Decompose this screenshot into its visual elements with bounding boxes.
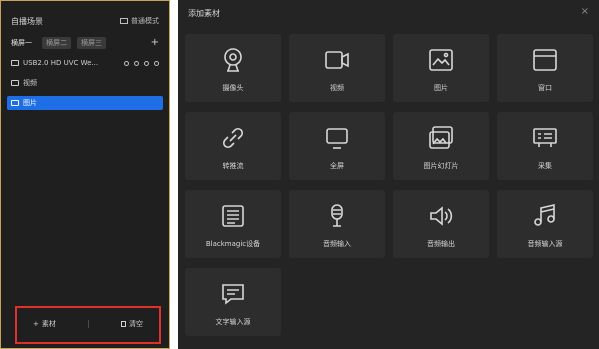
tile-label: 全屏 <box>330 162 344 170</box>
divider <box>87 320 89 328</box>
tile-restream[interactable]: 转推流 <box>185 112 281 180</box>
image-icon <box>429 49 453 71</box>
plus-icon: + <box>33 320 39 328</box>
speaker-icon <box>430 206 453 226</box>
tile-label: 摄像头 <box>222 84 244 92</box>
source-label: USB2.0 HD UVC We... <box>23 59 99 67</box>
scene-tabs: 横屏一 横屏二 横屏三 + <box>11 37 159 49</box>
trash-icon <box>120 321 126 327</box>
image-source-icon <box>11 100 19 106</box>
tile-capture[interactable]: 采集 <box>497 112 593 180</box>
tile-audio-input-source[interactable]: 音频输入源 <box>497 190 593 258</box>
tile-label: 文字输入源 <box>215 318 251 326</box>
monitor-mode-icon <box>120 18 128 24</box>
mode-toggle[interactable]: 普通模式 <box>120 16 159 26</box>
slideshow-icon <box>429 126 453 149</box>
add-tab-icon[interactable]: + <box>151 38 159 48</box>
tile-label: 音频输入 <box>323 240 351 248</box>
video-source-icon <box>11 80 19 86</box>
text-message-icon <box>222 284 244 305</box>
clear-button[interactable]: 清空 <box>120 319 143 329</box>
music-note-icon <box>534 203 555 226</box>
close-icon[interactable]: × <box>581 6 589 17</box>
capture-card-icon <box>533 128 557 147</box>
scene-panel: 自播场景 普通模式 横屏一 横屏二 横屏三 + USB2.0 HD UVC We… <box>0 0 170 349</box>
device-list-icon <box>222 205 244 227</box>
source-item-webcam[interactable]: USB2.0 HD UVC We... <box>7 56 163 70</box>
tile-slideshow[interactable]: 图片幻灯片 <box>393 112 489 180</box>
tile-label: 转推流 <box>222 162 244 170</box>
mode-label: 普通模式 <box>131 17 159 25</box>
dialog-title: 添加素材 <box>188 9 220 18</box>
tile-label: 窗口 <box>538 84 552 92</box>
tile-audio-output[interactable]: 音频输出 <box>393 190 489 258</box>
tile-label: 图片 <box>434 84 448 92</box>
bottom-actions-highlight: + 素材 清空 <box>15 306 161 344</box>
tile-label: 音频输入源 <box>527 240 563 248</box>
tile-label: Blackmagic设备 <box>205 240 261 248</box>
webcam-source-icon <box>11 60 19 66</box>
microphone-icon <box>331 204 343 227</box>
scene-panel-title: 自播场景 <box>11 17 43 26</box>
tile-audio-input[interactable]: 音频输入 <box>289 190 385 258</box>
tile-blackmagic[interactable]: Blackmagic设备 <box>185 190 281 258</box>
source-item-image[interactable]: 图片 <box>7 96 163 110</box>
tab-landscape-2[interactable]: 横屏二 <box>42 37 71 49</box>
settings-icon[interactable] <box>154 60 159 66</box>
tile-image[interactable]: 图片 <box>393 34 489 102</box>
add-source-button[interactable]: + 素材 <box>33 319 56 329</box>
tile-fullscreen[interactable]: 全屏 <box>289 112 385 180</box>
tile-label: 视频 <box>330 84 344 92</box>
tile-video[interactable]: 视频 <box>289 34 385 102</box>
link-icon <box>222 127 244 149</box>
video-icon <box>325 51 349 69</box>
monitor-icon <box>326 128 348 149</box>
lock-icon[interactable] <box>134 60 139 66</box>
visibility-icon[interactable] <box>124 60 129 66</box>
delete-icon[interactable] <box>144 60 149 66</box>
tile-window[interactable]: 窗口 <box>497 34 593 102</box>
tab-landscape-1[interactable]: 横屏一 <box>11 37 36 49</box>
add-source-label: 素材 <box>41 320 56 328</box>
source-controls <box>124 60 159 66</box>
source-label: 图片 <box>23 99 37 107</box>
source-label: 视频 <box>23 79 37 87</box>
webcam-icon <box>224 48 242 72</box>
tile-text-input-source[interactable]: 文字输入源 <box>185 268 281 336</box>
source-item-video[interactable]: 视频 <box>7 76 163 90</box>
window-icon <box>533 49 557 71</box>
bottom-actions: + 素材 清空 <box>17 319 159 329</box>
tile-webcam[interactable]: 摄像头 <box>185 34 281 102</box>
tile-label: 音频输出 <box>427 240 455 248</box>
clear-label: 清空 <box>128 320 143 328</box>
add-source-dialog: 添加素材 × 摄像头 视频 图片 窗口 转推流 全屏 图片幻灯片 采集 Blac… <box>178 0 599 349</box>
tile-label: 图片幻灯片 <box>423 162 459 170</box>
tab-landscape-3[interactable]: 横屏三 <box>77 37 106 49</box>
tile-label: 采集 <box>538 162 552 170</box>
